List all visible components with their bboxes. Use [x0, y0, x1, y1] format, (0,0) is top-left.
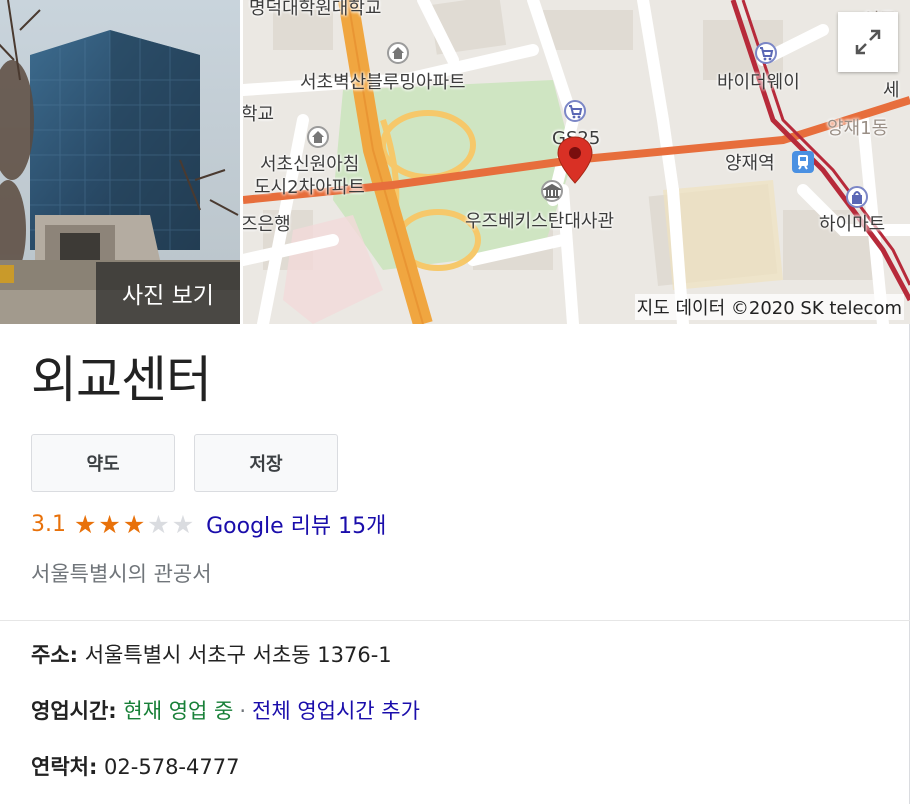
map-label-embassy: 우즈베키스탄대사관	[465, 211, 615, 232]
map-label-se: 세	[883, 80, 900, 101]
place-category: 서울특별시의 관공서	[31, 562, 212, 586]
view-photos-button[interactable]: 사진 보기	[96, 262, 240, 324]
phone-label: 연락처:	[31, 755, 98, 779]
map-label-university: 명덕대학원대학교	[249, 0, 382, 19]
star-icon: ★	[74, 509, 97, 539]
address-label: 주소:	[31, 643, 79, 667]
map-label-himart: 하이마트	[819, 214, 886, 235]
star-icon: ★	[98, 509, 121, 539]
subway-station-icon[interactable]	[792, 151, 814, 173]
phone-row: 연락처: 02-578-4777	[31, 751, 239, 781]
reviews-link[interactable]: Google 리뷰 15개	[206, 508, 386, 540]
save-button[interactable]: 저장	[194, 434, 338, 492]
knowledge-panel: 사진 보기 명덕대학원대학교 서초벽산블루밍아파트 학교 서초신원아침 도시2차…	[0, 0, 910, 804]
map-label-yangjae1dong: 양재1동	[827, 118, 889, 139]
star-rating: ★ ★ ★ ★ ★	[74, 512, 196, 537]
hours-status: 현재 영업 중	[123, 699, 234, 723]
shopping-cart-icon[interactable]	[564, 100, 586, 122]
add-hours-link[interactable]: 전체 영업시간 추가	[252, 699, 420, 723]
shopping-cart-icon-2[interactable]	[755, 42, 777, 64]
star-icon: ★	[122, 509, 146, 539]
map-label-buy-the-way: 바이더웨이	[717, 72, 800, 93]
address-value: 서울특별시 서초구 서초동 1376-1	[84, 643, 392, 667]
directions-button[interactable]: 약도	[31, 434, 175, 492]
star-icon: ★	[171, 509, 195, 539]
map-label-bank: 즈은행	[243, 214, 291, 235]
map-label-apartment-2b: 도시2차아파트	[254, 177, 365, 198]
home-poi-icon[interactable]	[387, 42, 409, 64]
shopping-bag-icon[interactable]	[846, 186, 868, 208]
expand-icon	[855, 29, 881, 55]
place-photo[interactable]: 사진 보기	[0, 0, 240, 324]
hours-label: 영업시간:	[31, 699, 117, 723]
divider	[0, 620, 910, 621]
expand-map-button[interactable]	[838, 12, 898, 72]
map-label-yangjae-station: 양재역	[725, 153, 775, 174]
map-thumbnail[interactable]: 명덕대학원대학교 서초벽산블루밍아파트 학교 GS25 서초신원아침 도시2차아…	[243, 0, 910, 324]
address-row: 주소: 서울특별시 서초구 서초동 1376-1	[31, 639, 392, 669]
place-title: 외교센터	[31, 351, 212, 409]
hours-separator: ·	[239, 699, 247, 723]
home-poi-icon-2[interactable]	[307, 126, 329, 148]
phone-value[interactable]: 02-578-4777	[104, 755, 239, 779]
map-label-apartment-1: 서초벽산블루밍아파트	[300, 72, 466, 93]
hours-row: 영업시간: 현재 영업 중 · 전체 영업시간 추가	[31, 695, 420, 725]
media-strip: 사진 보기 명덕대학원대학교 서초벽산블루밍아파트 학교 서초신원아침 도시2차…	[0, 0, 910, 324]
map-label-school: 학교	[243, 104, 275, 125]
rating-row: 3.1 ★ ★ ★ ★ ★ Google 리뷰 15개	[31, 507, 386, 541]
location-pin-icon[interactable]	[557, 136, 593, 188]
star-icon: ★	[147, 509, 170, 539]
map-attribution[interactable]: 지도 데이터 ©2020 SK telecom	[634, 294, 904, 320]
rating-value: 3.1	[31, 511, 66, 537]
